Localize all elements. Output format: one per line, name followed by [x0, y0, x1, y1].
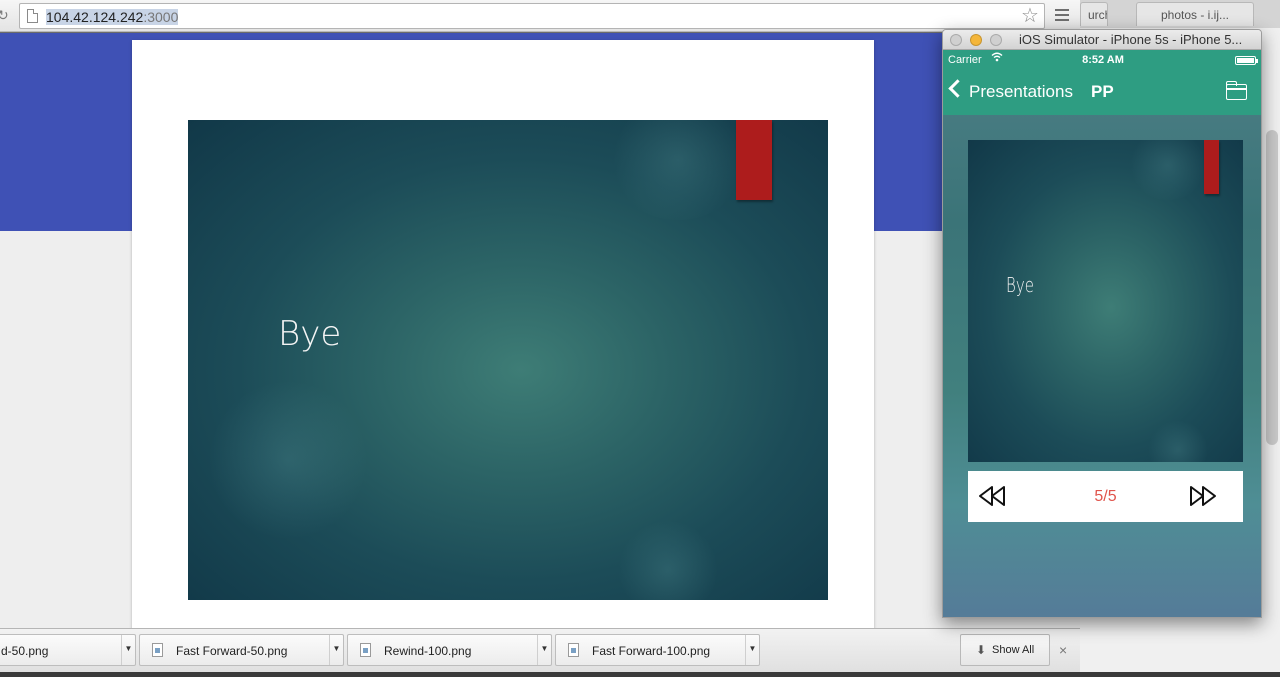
- back-button[interactable]: Presentations: [969, 82, 1073, 102]
- image-file-icon: [152, 643, 163, 657]
- download-menu-caret-icon[interactable]: ▼: [745, 635, 759, 665]
- scrollbar[interactable]: [1266, 130, 1278, 445]
- download-menu-caret-icon[interactable]: ▼: [537, 635, 551, 665]
- window-minimize-button[interactable]: [970, 34, 982, 46]
- image-file-icon: [360, 643, 371, 657]
- download-menu-caret-icon[interactable]: ▼: [329, 635, 343, 665]
- browser-toolbar: ↻ 104.42.124.242:3000 ☆: [0, 0, 1080, 32]
- slide-ribbon: [1204, 140, 1219, 194]
- fast-forward-icon[interactable]: [1186, 484, 1218, 508]
- back-chevron-icon[interactable]: [948, 79, 967, 98]
- slide-text: Bye: [278, 314, 342, 354]
- browser-menu-icon[interactable]: [1055, 9, 1069, 23]
- download-filename: Fast Forward-100.png: [592, 644, 711, 658]
- url-host: 104.42.124.242: [46, 9, 144, 25]
- status-time: 8:52 AM: [1082, 54, 1124, 66]
- ios-simulator-window: iOS Simulator - iPhone 5s - iPhone 5... …: [942, 29, 1262, 618]
- download-item[interactable]: Rewind-100.png ▼: [347, 634, 552, 666]
- download-arrow-icon: ⬇: [976, 643, 987, 657]
- slide-card: Bye: [132, 40, 874, 628]
- download-filename: Rewind-100.png: [384, 644, 472, 658]
- simulator-title: iOS Simulator - iPhone 5s - iPhone 5...: [1019, 32, 1243, 47]
- url-text[interactable]: 104.42.124.242:3000: [46, 9, 179, 25]
- page-icon: [27, 9, 38, 23]
- slide-text: Bye: [1006, 273, 1034, 297]
- show-all-button[interactable]: ⬇ Show All: [960, 634, 1050, 666]
- window-close-button[interactable]: [950, 34, 962, 46]
- battery-icon: [1235, 56, 1258, 65]
- phone-slide-preview: Bye: [968, 140, 1243, 462]
- close-shelf-icon[interactable]: ×: [1059, 642, 1067, 658]
- show-all-label: Show All: [992, 644, 1035, 656]
- download-menu-caret-icon[interactable]: ▼: [121, 635, 135, 665]
- ios-status-bar: Carrier 8:52 AM: [943, 50, 1261, 70]
- reload-icon[interactable]: ↻: [0, 7, 9, 24]
- ios-nav-bar: Presentations PP: [943, 70, 1261, 115]
- browser-tab[interactable]: urch...: [1080, 2, 1108, 26]
- download-item[interactable]: Fast Forward-50.png ▼: [139, 634, 344, 666]
- image-file-icon: [568, 643, 579, 657]
- download-item[interactable]: Fast Forward-100.png ▼: [555, 634, 760, 666]
- slide-controls: 5/5: [968, 471, 1243, 522]
- url-port: :3000: [143, 9, 179, 25]
- bookmark-star-icon[interactable]: ☆: [1021, 5, 1039, 27]
- download-filename: Fast Forward-50.png: [176, 644, 288, 658]
- presentation-slide: Bye: [188, 120, 828, 600]
- download-shelf: d-50.png ▼ Fast Forward-50.png ▼ Rewind-…: [0, 628, 1080, 672]
- nav-title: PP: [1091, 82, 1114, 101]
- download-filename: d-50.png: [1, 644, 49, 658]
- folder-icon[interactable]: [1226, 81, 1247, 100]
- download-item[interactable]: d-50.png ▼: [0, 634, 136, 666]
- phone-screen: Carrier 8:52 AM Presentations PP Bye 5/5: [943, 50, 1261, 617]
- browser-tab[interactable]: photos - i.ij...: [1136, 2, 1254, 26]
- desktop-edge: [0, 672, 1280, 677]
- window-zoom-button[interactable]: [990, 34, 1002, 46]
- simulator-titlebar[interactable]: iOS Simulator - iPhone 5s - iPhone 5...: [943, 30, 1261, 50]
- web-page: Bye: [0, 33, 1080, 628]
- slide-ribbon: [736, 120, 772, 200]
- address-bar[interactable]: 104.42.124.242:3000 ☆: [19, 3, 1045, 29]
